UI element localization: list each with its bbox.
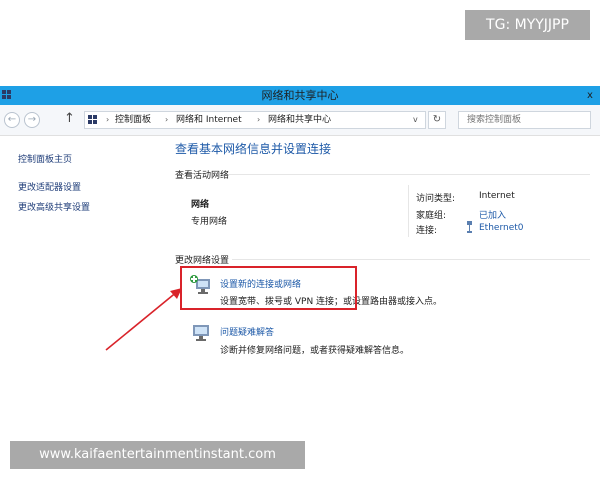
divider bbox=[408, 185, 409, 237]
breadcrumb-separator: › bbox=[257, 115, 261, 124]
network-name: 网络 bbox=[191, 200, 210, 210]
homegroup-label: 家庭组: bbox=[416, 211, 447, 221]
breadcrumb-item[interactable]: 控制面板 bbox=[115, 112, 151, 128]
watermark-top: TG: MYYJJPP bbox=[465, 10, 590, 40]
control-panel-icon bbox=[88, 115, 98, 125]
address-bar[interactable]: › 控制面板 › 网络和 Internet › 网络和共享中心 v bbox=[84, 111, 426, 129]
arrow-annotation bbox=[105, 288, 182, 351]
access-type-value: Internet bbox=[479, 191, 515, 201]
chevron-down-icon[interactable]: v bbox=[413, 112, 418, 128]
troubleshoot-link[interactable]: 问题疑难解答 bbox=[220, 325, 274, 338]
section-heading-active-networks: 查看活动网络 bbox=[175, 171, 230, 181]
back-button[interactable]: ← bbox=[4, 112, 20, 128]
network-type-link[interactable]: 专用网络 bbox=[191, 214, 227, 227]
watermark-bottom: www.kaifaentertainmentinstant.com bbox=[10, 441, 305, 469]
breadcrumb-item[interactable]: 网络和 Internet bbox=[176, 112, 242, 128]
breadcrumb-separator: › bbox=[165, 115, 169, 124]
refresh-button[interactable]: ↻ bbox=[428, 111, 446, 129]
window-title: 网络和共享中心 bbox=[261, 89, 339, 102]
sidebar-item-adapter-settings[interactable]: 更改适配器设置 bbox=[18, 180, 81, 193]
homegroup-link[interactable]: 已加入 bbox=[479, 208, 506, 221]
navigation-bar: ← → ↑ › 控制面板 › 网络和 Internet › 网络和共享中心 v … bbox=[0, 105, 600, 136]
page-title: 查看基本网络信息并设置连接 bbox=[175, 142, 332, 156]
connection-label: 连接: bbox=[416, 226, 438, 236]
access-type-label: 访问类型: bbox=[416, 194, 456, 204]
up-button[interactable]: ↑ bbox=[64, 111, 75, 126]
forward-button[interactable]: → bbox=[24, 112, 40, 128]
troubleshoot-icon bbox=[193, 325, 209, 341]
ethernet-icon bbox=[467, 221, 472, 233]
close-button[interactable]: x bbox=[580, 86, 600, 105]
search-input[interactable] bbox=[458, 111, 591, 129]
highlight-box bbox=[180, 266, 357, 310]
ethernet-connection-link[interactable]: Ethernet0 bbox=[479, 223, 524, 233]
divider bbox=[232, 259, 590, 260]
sidebar-item-home[interactable]: 控制面板主页 bbox=[18, 152, 72, 165]
breadcrumb-item[interactable]: 网络和共享中心 bbox=[268, 112, 331, 128]
troubleshoot-description: 诊断并修复网络问题，或者获得疑难解答信息。 bbox=[220, 346, 410, 356]
sidebar-item-advanced-sharing[interactable]: 更改高级共享设置 bbox=[18, 200, 90, 213]
divider bbox=[228, 174, 590, 175]
section-heading-change-settings: 更改网络设置 bbox=[175, 256, 230, 266]
window-titlebar: 网络和共享中心 x bbox=[0, 86, 600, 105]
breadcrumb-separator: › bbox=[106, 115, 110, 124]
